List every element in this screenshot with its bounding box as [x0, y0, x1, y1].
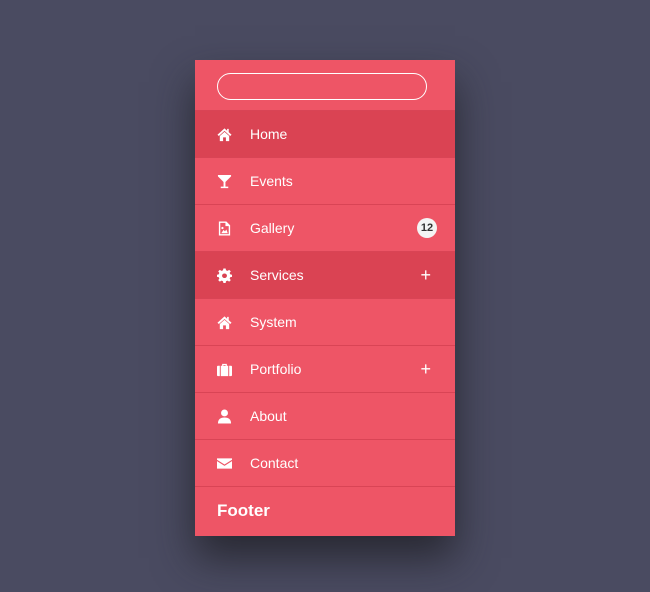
- menu-item-home[interactable]: Home: [195, 110, 455, 157]
- menu-item-label: Events: [250, 173, 293, 189]
- expand-plus-icon[interactable]: +: [420, 360, 431, 378]
- search-input[interactable]: [217, 73, 427, 100]
- menu-item-label: About: [250, 408, 287, 424]
- menu-item-label: Services: [250, 267, 304, 283]
- briefcase-icon: [216, 361, 232, 377]
- footer-label: Footer: [217, 501, 270, 520]
- menu-item-services[interactable]: Services +: [195, 251, 455, 298]
- menu-item-contact[interactable]: Contact: [195, 439, 455, 486]
- gear-icon: [216, 267, 232, 283]
- menu-item-portfolio[interactable]: Portfolio +: [195, 345, 455, 392]
- home-icon: [216, 314, 232, 330]
- sidebar-menu: Home Events Gallery 12 Services + System…: [195, 60, 455, 536]
- menu-item-label: Home: [250, 126, 288, 142]
- menu-list: Home Events Gallery 12 Services + System…: [195, 110, 455, 486]
- count-badge: 12: [417, 218, 437, 238]
- menu-item-about[interactable]: About: [195, 392, 455, 439]
- home-icon: [216, 126, 232, 142]
- menu-item-gallery[interactable]: Gallery 12: [195, 204, 455, 251]
- menu-item-system[interactable]: System: [195, 298, 455, 345]
- menu-item-events[interactable]: Events: [195, 157, 455, 204]
- menu-item-label: System: [250, 314, 297, 330]
- menu-item-label: Gallery: [250, 220, 295, 236]
- envelope-icon: [216, 455, 232, 471]
- sidebar-footer: Footer: [195, 486, 455, 536]
- cocktail-glass-icon: [216, 173, 232, 189]
- menu-item-label: Contact: [250, 455, 299, 471]
- menu-item-label: Portfolio: [250, 361, 302, 377]
- search-area: [195, 60, 455, 110]
- image-file-icon: [216, 220, 232, 236]
- expand-plus-icon[interactable]: +: [420, 266, 431, 284]
- user-icon: [216, 408, 232, 424]
